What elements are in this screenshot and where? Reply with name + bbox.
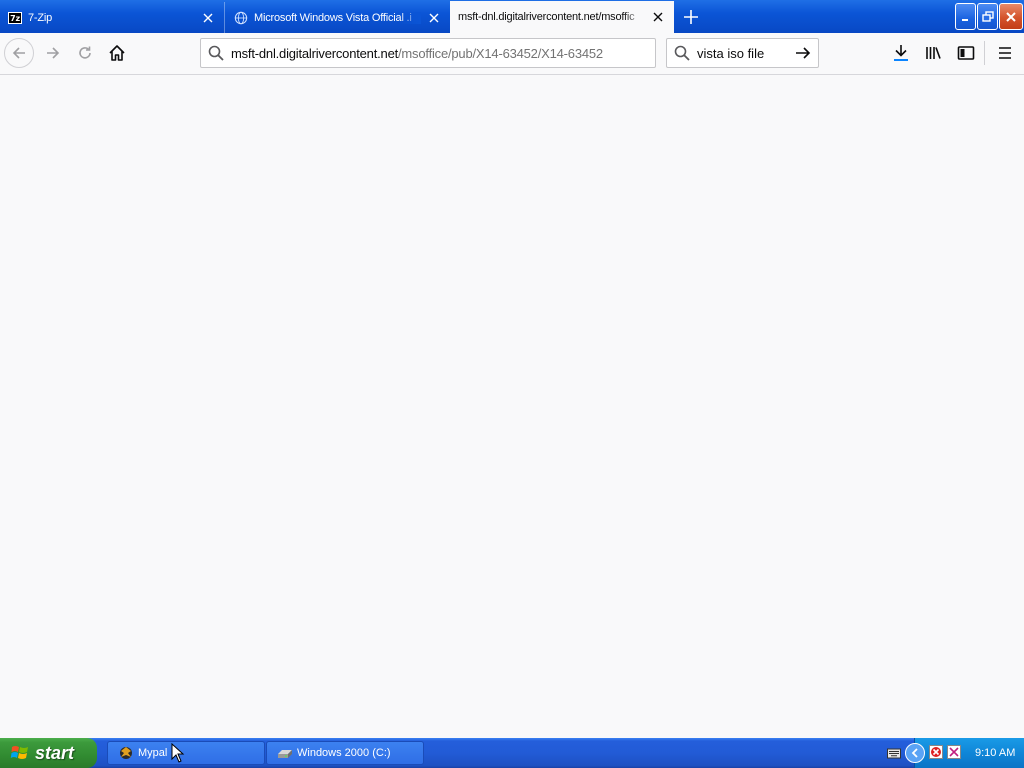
tab-title: 7-Zip bbox=[28, 11, 53, 24]
taskbar-item-windows-2000[interactable]: Windows 2000 (C:) bbox=[266, 741, 424, 765]
restore-button[interactable] bbox=[977, 3, 998, 30]
navigation-toolbar: msft-dnl.digitalrivercontent.net/msoffic… bbox=[0, 33, 1024, 75]
tab-7zip[interactable]: 7z 7-Zip bbox=[0, 2, 225, 33]
page-content bbox=[0, 75, 1024, 738]
toolbar-divider bbox=[984, 41, 985, 65]
restore-icon bbox=[981, 10, 994, 22]
downloads-button[interactable] bbox=[885, 37, 917, 69]
taskbar: start Mypal Windows 2000 (C:) 9:10 AM bbox=[0, 738, 1024, 768]
close-icon[interactable] bbox=[651, 10, 665, 24]
sidebar-icon bbox=[957, 46, 975, 60]
windows-logo-icon bbox=[10, 743, 30, 763]
reload-icon bbox=[79, 46, 91, 59]
keyboard-icon[interactable] bbox=[887, 747, 901, 762]
search-icon bbox=[667, 45, 697, 61]
search-icon bbox=[201, 45, 231, 61]
hamburger-icon bbox=[999, 47, 1011, 59]
reload-button[interactable] bbox=[69, 37, 101, 69]
tab-strip: 7z 7-Zip Microsoft Windows Vista Officia… bbox=[0, 0, 1024, 33]
library-icon bbox=[926, 47, 941, 59]
back-button[interactable] bbox=[4, 38, 34, 68]
drive-icon bbox=[277, 745, 293, 761]
url-path: /msoffice/pub/X14-63452/X14-63452 bbox=[398, 45, 603, 61]
download-icon bbox=[894, 45, 908, 61]
new-tab-button[interactable] bbox=[680, 6, 702, 28]
clock[interactable]: 9:10 AM bbox=[975, 747, 1015, 759]
system-tray: 9:10 AM bbox=[905, 738, 1024, 768]
minimize-button[interactable] bbox=[955, 3, 976, 30]
home-icon bbox=[109, 45, 125, 61]
tab-title: Microsoft Windows Vista Official .i bbox=[254, 11, 421, 24]
tab-windows-vista[interactable]: Microsoft Windows Vista Official .i bbox=[226, 2, 450, 33]
security-alert-icon[interactable] bbox=[929, 744, 943, 762]
globe-icon bbox=[234, 11, 248, 25]
home-button[interactable] bbox=[101, 37, 133, 69]
start-label: start bbox=[35, 742, 75, 763]
library-button[interactable] bbox=[918, 37, 950, 69]
tab-title: msft-dnl.digitalrivercontent.net/msoffic bbox=[458, 11, 645, 23]
forward-button[interactable] bbox=[37, 37, 69, 69]
url-host: msft-dnl.digitalrivercontent.net bbox=[231, 45, 399, 61]
close-icon[interactable] bbox=[201, 11, 215, 25]
sidebar-button[interactable] bbox=[950, 37, 982, 69]
url-bar[interactable]: msft-dnl.digitalrivercontent.net/msoffic… bbox=[200, 38, 656, 68]
show-hidden-icons-button[interactable] bbox=[905, 743, 925, 763]
close-icon[interactable] bbox=[427, 11, 441, 25]
close-window-button[interactable] bbox=[999, 3, 1023, 30]
chevron-left-icon bbox=[911, 748, 918, 758]
taskbar-item-mypal[interactable]: Mypal bbox=[107, 741, 265, 765]
menu-button[interactable] bbox=[989, 37, 1021, 69]
tray-app-icon[interactable] bbox=[947, 744, 961, 762]
7zip-icon: 7z bbox=[8, 11, 22, 25]
start-button[interactable]: start bbox=[0, 738, 97, 768]
forward-arrow-icon bbox=[47, 47, 60, 59]
mouse-cursor-icon bbox=[171, 743, 185, 763]
url-text: msft-dnl.digitalrivercontent.net/msoffic… bbox=[231, 45, 649, 61]
minimize-icon bbox=[961, 18, 968, 21]
tab-msft-dnl[interactable]: msft-dnl.digitalrivercontent.net/msoffic bbox=[450, 1, 674, 33]
search-bar[interactable]: vista iso file bbox=[666, 38, 819, 68]
close-icon bbox=[1006, 11, 1016, 22]
back-arrow-icon bbox=[12, 47, 25, 59]
taskbar-item-label: Mypal bbox=[138, 747, 168, 759]
svg-text:7z: 7z bbox=[10, 14, 20, 23]
plus-icon bbox=[684, 10, 698, 24]
search-input[interactable]: vista iso file bbox=[697, 46, 788, 61]
mypal-icon bbox=[118, 745, 134, 761]
go-arrow-icon[interactable] bbox=[788, 45, 818, 61]
taskbar-item-label: Windows 2000 (C:) bbox=[297, 747, 391, 759]
